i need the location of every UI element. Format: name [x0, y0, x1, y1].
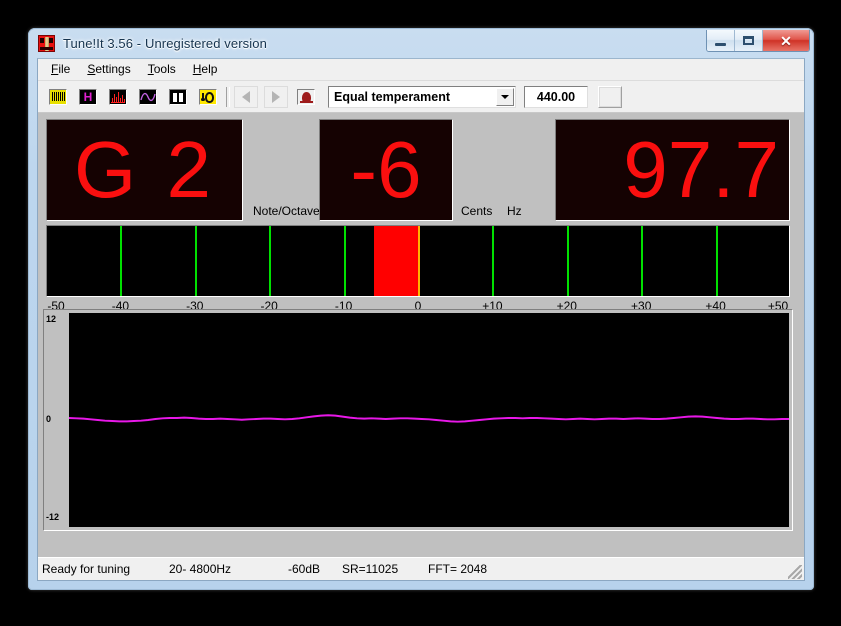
menu-item-file[interactable]: FFileile [43, 60, 79, 79]
two-bars-icon [169, 88, 187, 105]
maximize-button[interactable] [735, 30, 763, 51]
temperament-dropdown-arrow[interactable] [496, 87, 514, 106]
meter-tick [566, 226, 569, 296]
triangle-left-icon [242, 90, 250, 103]
application-window: Tune!It 3.56 - Unregistered version ✕ FF… [28, 28, 814, 590]
note-value: G 2 [74, 125, 215, 215]
title-bar[interactable]: Tune!It 3.56 - Unregistered version ✕ [28, 28, 814, 58]
tuning-meter [46, 225, 790, 297]
meter-tick [343, 226, 346, 296]
status-fft-size: FFT= 2048 [428, 562, 488, 576]
extra-button-face [599, 86, 621, 107]
status-frequency-range: 20- 4800Hz [169, 562, 232, 576]
red-head-icon [297, 88, 315, 105]
waveform-y-axis: 12 0 -12 [44, 310, 69, 530]
cents-value: -6 [350, 125, 422, 215]
hz-display-label: Hz [507, 204, 522, 218]
waveform-panel: 12 0 -12 [43, 309, 793, 531]
extra-button[interactable] [598, 85, 622, 108]
window-controls: ✕ [706, 30, 810, 52]
meter-tick [641, 226, 644, 296]
waveform-trace [69, 414, 789, 423]
meter-tick [194, 226, 197, 296]
temperament-value: Equal temperament [334, 89, 451, 104]
client-area: FFileile Settings Tools Help H [37, 58, 805, 581]
main-panel: G 2 Note/Octave -6 Cents Hz 97.7 -50-40 [38, 113, 804, 557]
waveform-y-mid-label: 0 [46, 414, 52, 424]
ear-note-icon [199, 88, 217, 105]
status-threshold: -60dB [288, 562, 321, 576]
menu-item-help[interactable]: Help [185, 60, 227, 79]
status-ready-text: Ready for tuning [42, 562, 131, 576]
status-bar: Ready for tuning 20- 4800Hz -60dB SR=110… [38, 557, 804, 580]
maximize-icon [743, 36, 754, 45]
sine-wave-icon [139, 88, 157, 105]
cents-display: -6 [319, 119, 453, 221]
app-icon [38, 34, 55, 52]
meter-tick [715, 226, 718, 296]
window-title: Tune!It 3.56 - Unregistered version [63, 35, 267, 51]
letter-h-icon: H [79, 88, 97, 105]
menu-bar: FFileile Settings Tools Help [38, 59, 804, 81]
about-button[interactable] [294, 85, 318, 108]
led-display-row: G 2 Note/Octave -6 Cents Hz 97.7 [46, 119, 790, 221]
listen-button[interactable] [196, 85, 220, 108]
next-button[interactable] [264, 85, 288, 108]
meter-tick [120, 226, 123, 296]
tuning-meter-zero-line [418, 226, 420, 296]
toolbar: H Equal temperament 440.00 [38, 81, 804, 113]
harmonics-view-button[interactable]: H [76, 85, 100, 108]
status-sample-rate: SR=11025 [342, 562, 399, 576]
menu-item-tools[interactable]: Tools [140, 60, 185, 79]
waveform-y-top-label: 12 [46, 314, 57, 324]
waveform-view-button[interactable] [136, 85, 160, 108]
resize-grip-icon[interactable] [788, 565, 802, 579]
keyboard-view-button[interactable] [46, 85, 70, 108]
note-display-label: Note/Octave [253, 204, 320, 218]
spectrum-bars-icon [109, 88, 127, 105]
temperament-dropdown[interactable]: Equal temperament [328, 85, 516, 108]
frequency-value: 97.7 [623, 125, 779, 215]
menu-item-settings[interactable]: Settings [79, 60, 139, 79]
tuning-meter-wrap: -50 -40 -30 -20 -10 0 +10 +20 +30 +40 +50 [46, 225, 790, 313]
frequency-display: 97.7 [555, 119, 790, 221]
previous-button[interactable] [234, 85, 258, 108]
close-button[interactable]: ✕ [763, 30, 809, 51]
tuning-meter-bar [374, 226, 419, 296]
close-icon: ✕ [780, 32, 792, 49]
chevron-down-icon [501, 94, 509, 99]
waveform-plot [69, 313, 789, 527]
spectrum-view-button[interactable] [106, 85, 130, 108]
minimize-icon [715, 42, 726, 46]
toolbar-separator [226, 86, 230, 107]
triangle-right-icon [272, 90, 280, 103]
piano-keyboard-icon [49, 88, 67, 105]
meter-tick [492, 226, 495, 296]
waveform-y-bottom-label: -12 [46, 512, 60, 522]
waveform-trace-svg [69, 414, 789, 423]
meter-view-button[interactable] [166, 85, 190, 108]
meter-tick [269, 226, 272, 296]
cents-display-label: Cents [461, 204, 493, 218]
minimize-button[interactable] [707, 30, 735, 51]
note-display: G 2 [46, 119, 243, 221]
reference-pitch-input[interactable]: 440.00 [524, 85, 588, 108]
